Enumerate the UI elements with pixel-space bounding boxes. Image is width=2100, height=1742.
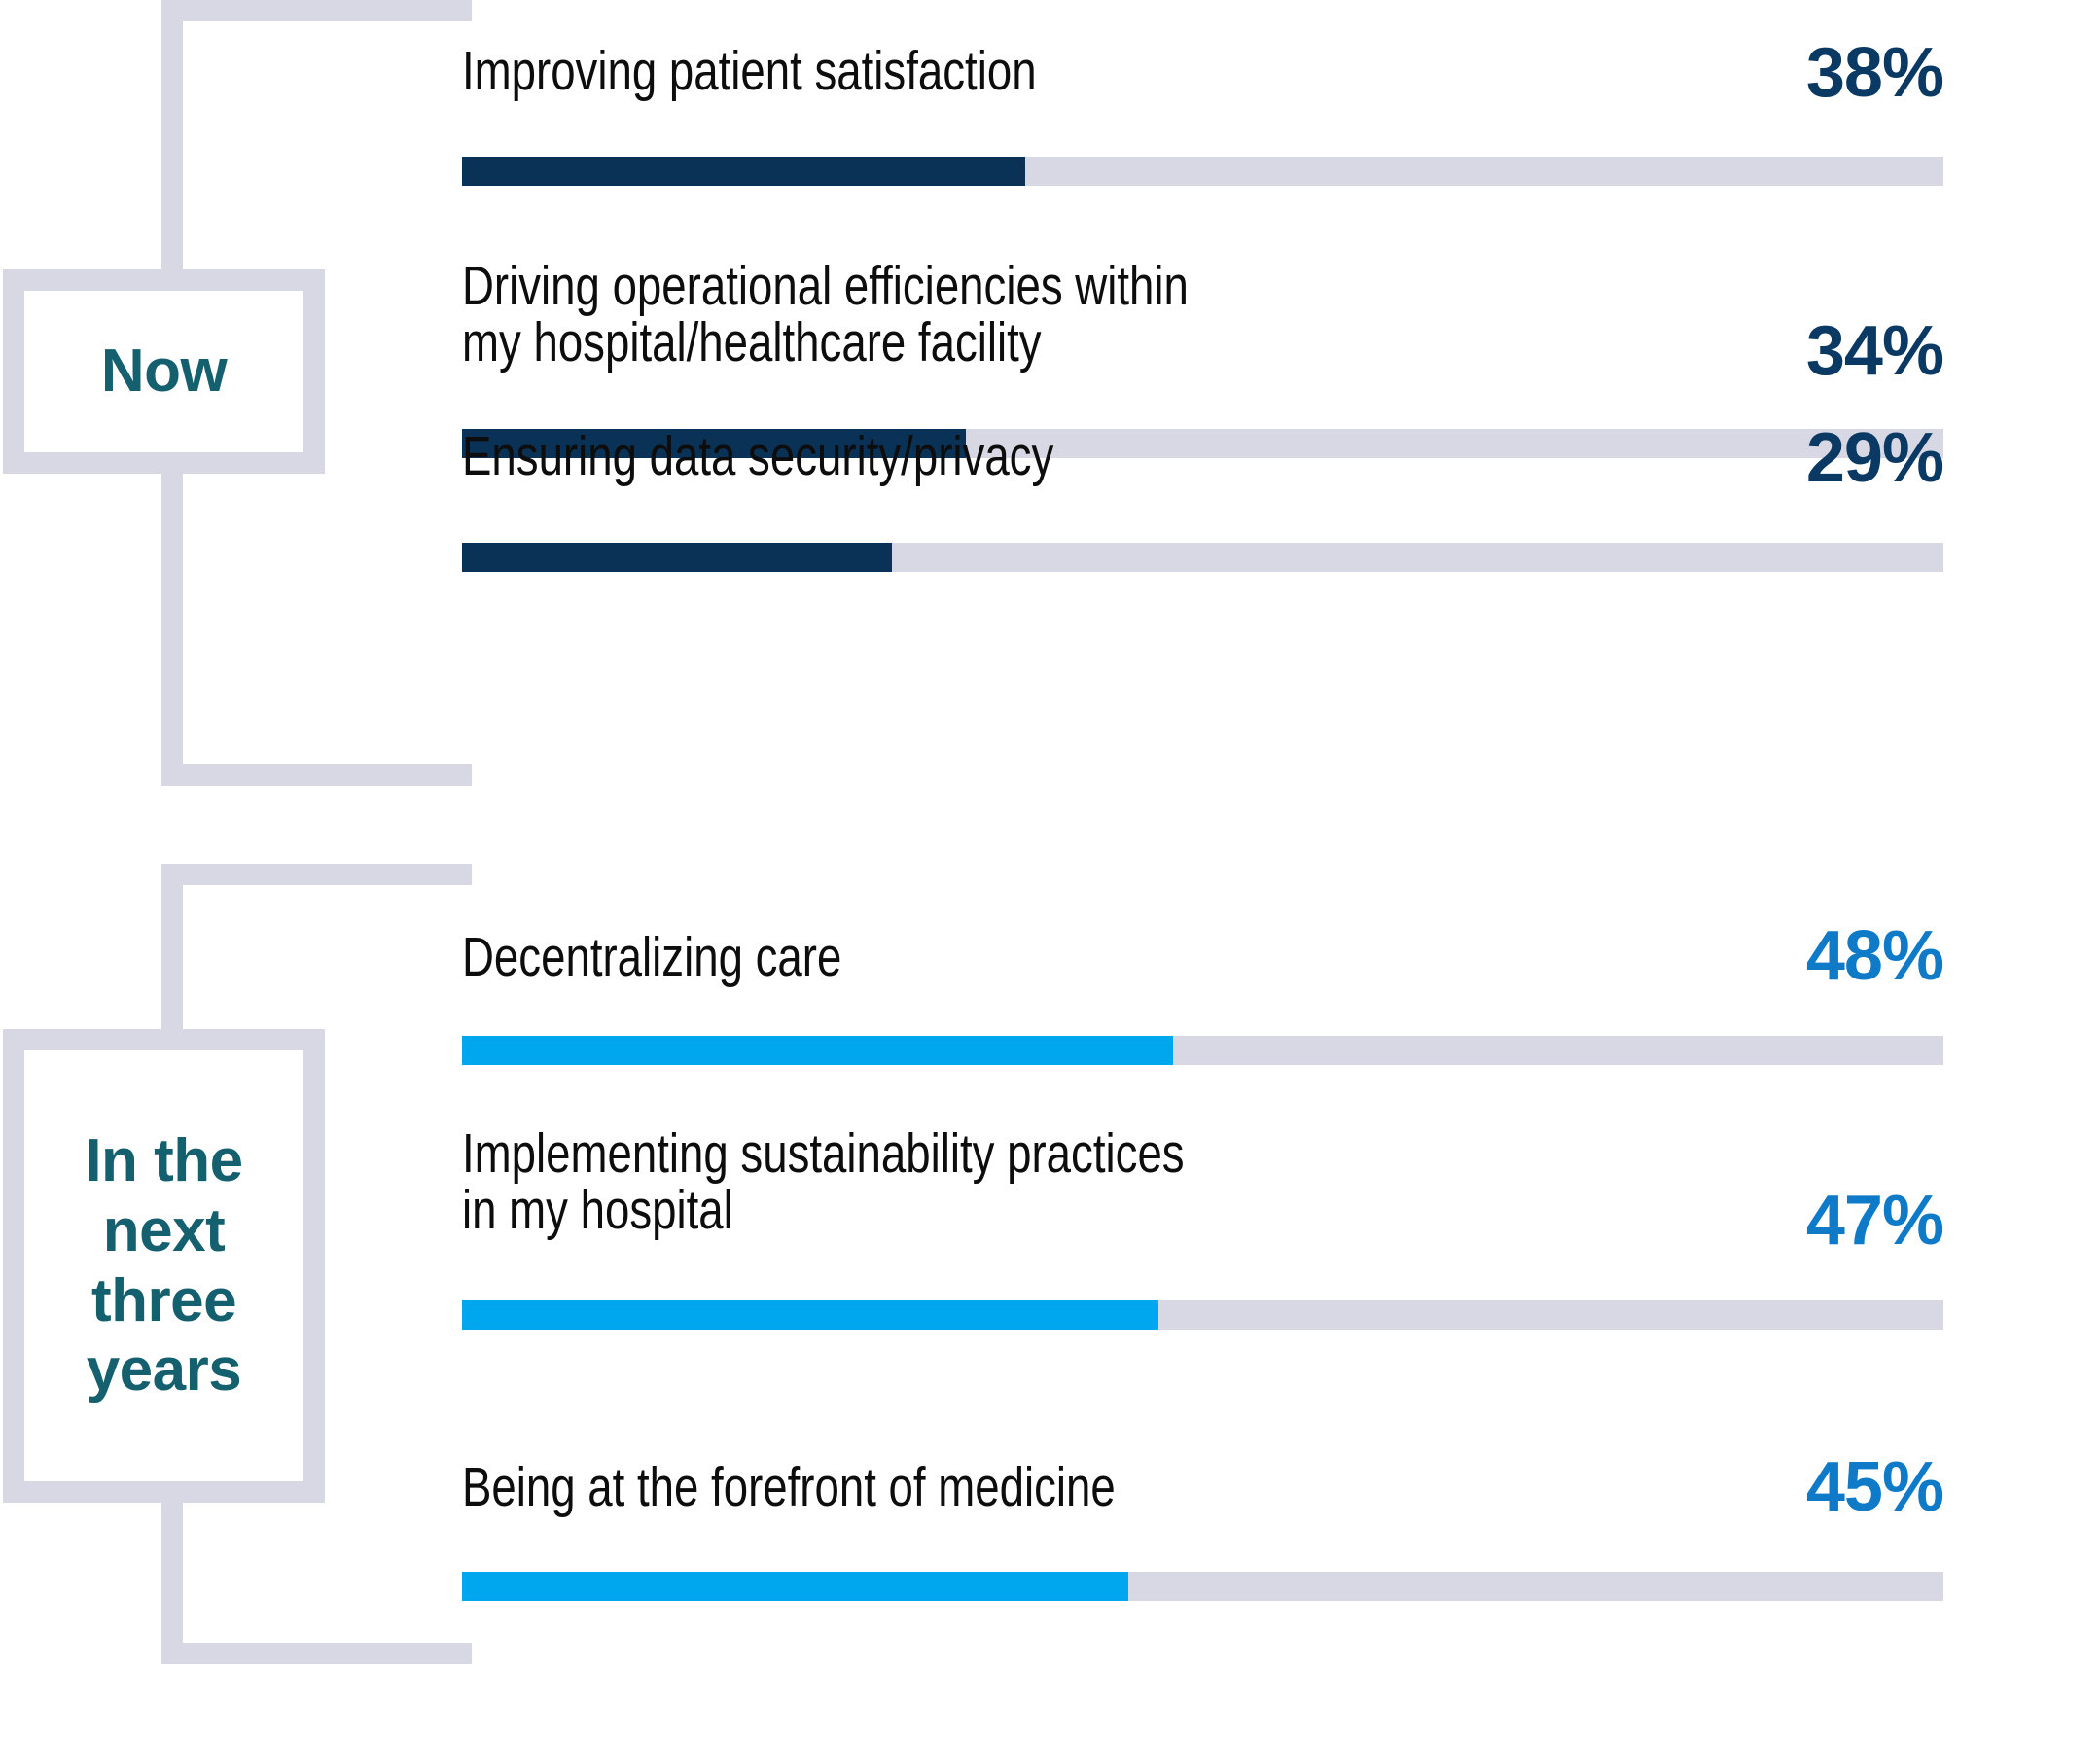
- period-label-now: Now: [100, 338, 228, 406]
- bar-row-label: Decentralizing care: [462, 926, 842, 988]
- bar-track: [462, 1572, 1943, 1601]
- bar-row: Decentralizing care 48%: [462, 917, 1944, 1065]
- future-bracket-vertical-lower: [161, 1501, 183, 1664]
- future-bracket-bottom-horizontal: [161, 1643, 472, 1664]
- future-bracket-vertical-upper: [161, 864, 183, 1031]
- bar-track: [462, 1036, 1943, 1065]
- bar-fill: [462, 1572, 1129, 1601]
- period-label-future: In the next three years: [85, 1126, 243, 1404]
- bar-fill: [462, 1036, 1174, 1065]
- bar-fill: [462, 1300, 1158, 1330]
- bar-track: [462, 157, 1943, 186]
- now-bracket-top-horizontal: [161, 0, 472, 21]
- bar-row-label: Ensuring data security/privacy: [462, 425, 1054, 487]
- bar-track: [462, 1300, 1943, 1330]
- bar-row: Being at the forefront of medicine 45%: [462, 1448, 1944, 1601]
- bar-row-value: 34%: [1805, 312, 1944, 390]
- period-box-future: In the next three years: [3, 1029, 325, 1503]
- now-bracket-vertical-upper: [161, 0, 183, 269]
- now-bracket-bottom-horizontal: [161, 764, 472, 786]
- bar-row-value: 48%: [1805, 917, 1944, 995]
- bar-row-label: Being at the forefront of medicine: [462, 1456, 1116, 1518]
- bar-row-label: Improving patient satisfaction: [462, 40, 1037, 102]
- bar-fill: [462, 543, 892, 572]
- bar-row-label: Implementing sustainability practices in…: [462, 1122, 1185, 1242]
- period-box-now: Now: [3, 269, 325, 474]
- future-bracket-top-horizontal: [161, 864, 472, 885]
- bar-fill: [462, 157, 1025, 186]
- bar-row-value: 45%: [1805, 1448, 1944, 1526]
- now-bracket-vertical-lower: [161, 474, 183, 786]
- bar-row: Ensuring data security/privacy 29%: [462, 419, 1944, 572]
- bar-row: Implementing sustainability practices in…: [462, 1122, 1944, 1330]
- bar-row-label: Driving operational efficiencies within …: [462, 255, 1189, 374]
- infographic-root: Now Improving patient satisfaction 38% D…: [0, 0, 2100, 1742]
- bar-row-value: 47%: [1805, 1182, 1944, 1260]
- bar-row-value: 38%: [1805, 34, 1944, 112]
- bar-row-value: 29%: [1805, 419, 1944, 497]
- bar-track: [462, 543, 1943, 572]
- bar-row: Improving patient satisfaction 38%: [462, 34, 1944, 186]
